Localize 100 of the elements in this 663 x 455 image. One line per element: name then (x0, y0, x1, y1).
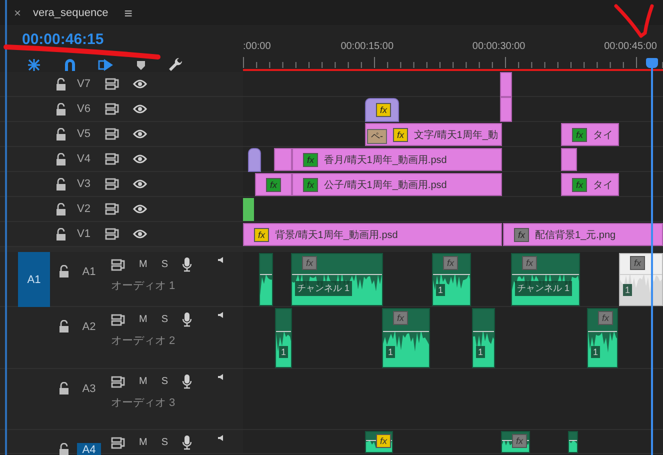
eye-icon[interactable] (133, 229, 147, 239)
lock-icon[interactable] (56, 228, 66, 240)
lock-icon[interactable] (59, 265, 69, 278)
source-patch[interactable]: A1 (18, 252, 50, 307)
video-clip[interactable]: fx (255, 173, 292, 196)
ruler-timecode: 00:00:15:00 (340, 41, 394, 52)
linked-selection-icon[interactable] (98, 58, 114, 72)
sequence-tab[interactable]: vera_sequence (33, 6, 108, 18)
audio-clip[interactable]: fx チャンネル 1 (291, 253, 383, 306)
audio-clip[interactable]: fx チャンネル 1 (511, 253, 580, 306)
speaker-icon[interactable] (218, 312, 224, 318)
solo-button[interactable]: S (161, 314, 168, 325)
sync-lock-icon[interactable] (105, 178, 119, 190)
audio-clip[interactable]: fx 1 (587, 308, 618, 368)
track-name[interactable]: A2 (77, 320, 101, 334)
audio-clip[interactable]: fx 1 (619, 253, 663, 306)
track-name[interactable]: V3 (77, 178, 105, 190)
mute-button[interactable]: M (139, 314, 148, 325)
microphone-icon[interactable] (182, 435, 192, 450)
mute-button[interactable]: M (139, 376, 148, 387)
fx-badge: fx (303, 178, 318, 192)
lock-icon[interactable] (56, 178, 66, 190)
video-clip[interactable]: fx 配信背景1_元.png (503, 223, 663, 246)
track-name[interactable]: V5 (77, 128, 105, 140)
microphone-icon[interactable] (182, 257, 192, 272)
track-name[interactable]: A4 (77, 443, 101, 455)
sync-lock-icon[interactable] (111, 376, 125, 388)
track-name[interactable]: V4 (77, 153, 105, 165)
lock-icon[interactable] (59, 320, 69, 333)
mute-button[interactable]: M (139, 437, 148, 448)
track-name[interactable]: A3 (77, 382, 101, 396)
lock-icon[interactable] (59, 382, 69, 395)
video-clip[interactable] (248, 148, 261, 172)
lock-icon[interactable] (56, 152, 66, 166)
microphone-icon[interactable] (182, 374, 192, 389)
solo-button[interactable]: S (161, 259, 168, 270)
time-ruler[interactable]: :00:00 00:00:15:00 00:00:30:00 00:00:45:00 (243, 25, 663, 72)
eye-icon[interactable] (133, 179, 147, 189)
mute-button[interactable]: M (139, 259, 148, 270)
video-clip[interactable] (561, 148, 577, 171)
audio-clip[interactable] (568, 431, 578, 453)
solo-button[interactable]: S (161, 376, 168, 387)
lock-icon[interactable] (56, 78, 66, 90)
audio-clip[interactable]: fx (365, 431, 393, 453)
track-label: オーディオ 3 (111, 396, 176, 410)
sync-lock-icon[interactable] (105, 228, 119, 240)
audio-clip[interactable]: fx 1 (432, 253, 471, 306)
lock-icon[interactable] (56, 202, 66, 216)
magnet-icon[interactable] (63, 58, 77, 72)
wrench-icon[interactable] (168, 57, 184, 73)
speaker-icon[interactable] (218, 257, 224, 263)
video-clip[interactable] (500, 72, 512, 97)
video-clip[interactable]: ペ- fx 文字/晴天1周年_動 (365, 123, 502, 146)
audio-clip[interactable]: fx 1 (382, 308, 430, 368)
track-name[interactable]: V1 (77, 228, 105, 240)
video-clip[interactable]: fx 背景/晴天1周年_動画用.psd (243, 223, 502, 246)
track-label: オーディオ 1 (111, 279, 176, 293)
playhead[interactable] (646, 58, 658, 455)
video-clip[interactable] (500, 97, 512, 122)
sync-lock-icon[interactable] (105, 128, 119, 140)
fx-badge: fx (522, 256, 538, 270)
sync-lock-icon[interactable] (111, 258, 125, 270)
sync-lock-icon[interactable] (111, 436, 125, 448)
video-clip[interactable]: fx タイ (561, 173, 619, 196)
eye-icon[interactable] (133, 154, 147, 164)
audio-clip[interactable] (259, 253, 273, 306)
playhead-timecode[interactable]: 00:00:46:15 (22, 31, 243, 53)
track-name[interactable]: A1 (77, 265, 101, 279)
clip-name: 公子/晴天1周年_動画用.psd (324, 178, 447, 192)
marker-icon[interactable] (135, 58, 147, 72)
sync-lock-icon[interactable] (105, 203, 119, 215)
lock-icon[interactable] (59, 443, 69, 455)
speaker-icon[interactable] (218, 435, 224, 441)
eye-icon[interactable] (133, 204, 147, 214)
track-name[interactable]: V2 (77, 203, 105, 215)
track-name[interactable]: V7 (77, 78, 105, 90)
lock-icon[interactable] (56, 102, 66, 116)
video-clip[interactable] (274, 148, 292, 171)
video-clip[interactable]: fx 香月/晴天1周年_動画用.psd (292, 148, 502, 171)
track-name[interactable]: V6 (77, 103, 105, 115)
sync-lock-icon[interactable] (105, 153, 119, 165)
eye-icon[interactable] (133, 79, 147, 89)
eye-icon[interactable] (133, 104, 147, 114)
solo-button[interactable]: S (161, 437, 168, 448)
microphone-icon[interactable] (182, 312, 192, 327)
nest-icon[interactable] (26, 58, 42, 72)
close-tab-button[interactable]: × (14, 6, 22, 20)
video-clip[interactable]: fx タイ (561, 123, 619, 146)
video-clip[interactable]: fx (365, 98, 399, 122)
eye-icon[interactable] (133, 129, 147, 139)
video-clip[interactable]: fx 公子/晴天1周年_動画用.psd (292, 173, 502, 196)
sync-lock-icon[interactable] (105, 78, 119, 90)
sync-lock-icon[interactable] (105, 103, 119, 115)
sync-lock-icon[interactable] (111, 314, 125, 326)
audio-clip[interactable]: 1 (472, 308, 495, 368)
speaker-icon[interactable] (218, 374, 224, 380)
audio-clip[interactable]: 1 (275, 308, 292, 368)
lock-icon[interactable] (56, 128, 66, 140)
video-clip[interactable] (243, 198, 254, 221)
panel-menu-button[interactable]: ≡ (124, 4, 132, 20)
